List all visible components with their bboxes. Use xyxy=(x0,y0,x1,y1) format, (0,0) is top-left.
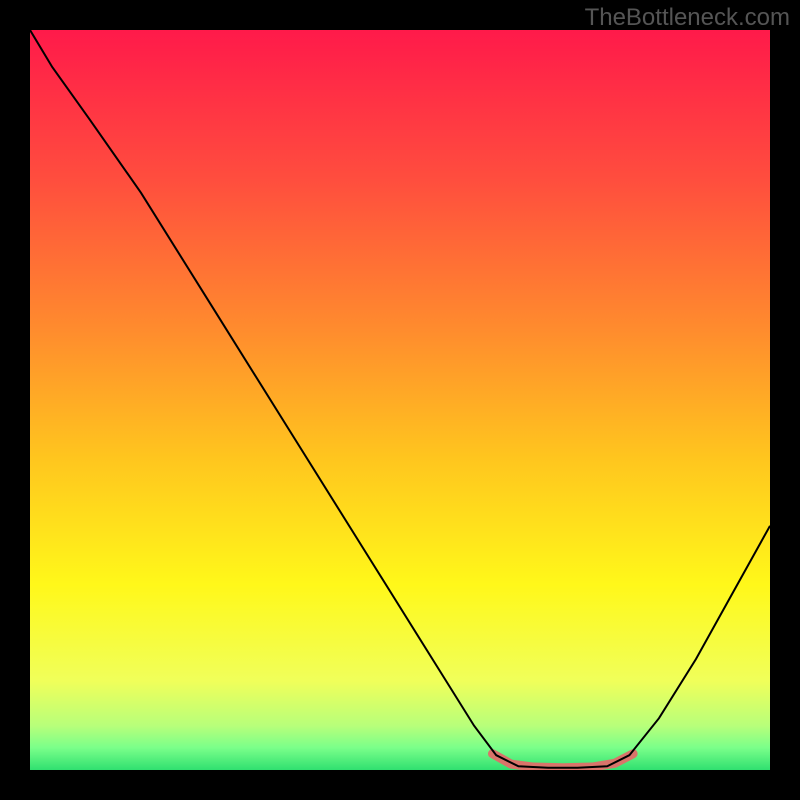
bottleneck-curve xyxy=(30,30,770,768)
chart-container: TheBottleneck.com xyxy=(0,0,800,800)
watermark-text: TheBottleneck.com xyxy=(585,4,790,32)
curve-layer xyxy=(30,30,770,770)
plot-area xyxy=(30,30,770,770)
highlight-segment xyxy=(493,754,634,768)
